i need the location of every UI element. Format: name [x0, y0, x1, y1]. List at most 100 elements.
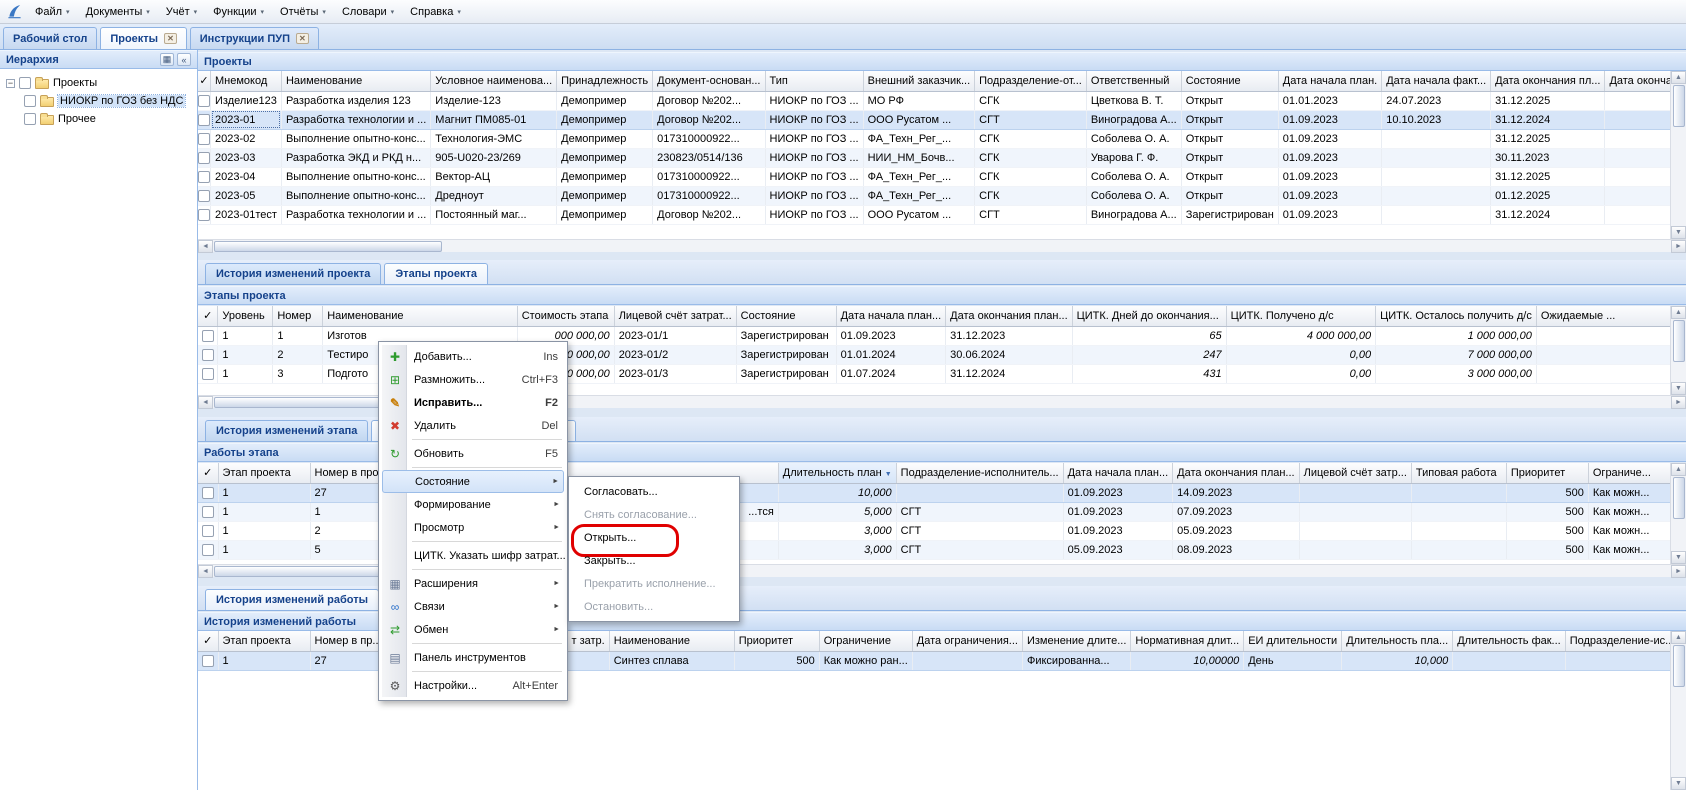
scrollbar-thumb[interactable] — [1673, 85, 1685, 127]
horizontal-scrollbar[interactable]: ◄ ► — [198, 239, 1686, 252]
column-header[interactable]: Лицевой счёт затр... — [1299, 463, 1411, 483]
column-header[interactable]: Стоимость этапа — [517, 306, 614, 326]
context-menu-item[interactable]: ⇄Обмен► — [382, 618, 564, 641]
section-tab[interactable]: Этапы проекта — [384, 263, 488, 284]
column-header[interactable]: Состояние — [1181, 71, 1278, 91]
row-checkbox[interactable] — [198, 95, 210, 107]
column-header[interactable]: ЕИ длительности — [1244, 631, 1342, 651]
row-checkbox[interactable] — [202, 506, 214, 518]
tree-checkbox[interactable] — [24, 95, 36, 107]
vertical-scrollbar[interactable]: ▲▼ — [1670, 463, 1686, 564]
tree-item[interactable]: НИОКР по ГОЗ без НДС — [4, 92, 193, 110]
table-row[interactable]: 2023-05Выполнение опытно-конс...Дредноут… — [198, 186, 1686, 205]
context-menu-item[interactable]: ✖УдалитьDel — [382, 414, 564, 437]
context-menu-item[interactable]: Просмотр► — [382, 516, 564, 539]
menubar-item[interactable]: Отчёты▾ — [272, 2, 334, 22]
scroll-up-icon[interactable]: ▲ — [1671, 463, 1686, 476]
column-header[interactable]: Типовая работа — [1411, 463, 1506, 483]
column-header[interactable]: Номер — [273, 306, 323, 326]
row-checkbox[interactable] — [198, 152, 210, 164]
scroll-up-icon[interactable]: ▲ — [1671, 71, 1686, 84]
main-tab[interactable]: Рабочий стол — [3, 27, 97, 49]
tree-checkbox[interactable] — [19, 77, 31, 89]
context-menu-item[interactable]: ▤Панель инструментов — [382, 646, 564, 669]
table-row[interactable]: Изделие123Разработка изделия 123Изделие-… — [198, 91, 1686, 110]
row-checkbox[interactable] — [198, 190, 210, 202]
column-header[interactable]: Подразделение-от... — [975, 71, 1087, 91]
row-checkbox[interactable] — [198, 133, 210, 145]
column-header[interactable]: Условное наименова... — [431, 71, 557, 91]
column-header[interactable]: Ожидаемые ... — [1536, 306, 1685, 326]
table-row[interactable]: 2023-01тестРазработка технологии и ...По… — [198, 205, 1686, 224]
select-all-header[interactable]: ✓ — [198, 631, 218, 651]
scroll-left-icon[interactable]: ◄ — [198, 565, 213, 578]
column-header[interactable]: Длительность фак... — [1453, 631, 1566, 651]
scroll-right-icon[interactable]: ► — [1671, 565, 1686, 578]
row-checkbox[interactable] — [202, 330, 214, 342]
scrollbar-thumb[interactable] — [1673, 320, 1685, 362]
menubar-item[interactable]: Функции▾ — [205, 2, 272, 22]
collapse-sidebar-icon[interactable]: « — [177, 53, 191, 66]
scroll-up-icon[interactable]: ▲ — [1671, 306, 1686, 319]
select-all-header[interactable]: ✓ — [198, 306, 218, 326]
column-header[interactable]: Лицевой счёт затрат... — [614, 306, 736, 326]
tab-close-icon[interactable]: ✕ — [164, 33, 177, 44]
row-checkbox[interactable] — [202, 349, 214, 361]
row-checkbox[interactable] — [198, 114, 210, 126]
select-all-header[interactable]: ✓ — [198, 463, 218, 483]
section-tab[interactable]: История изменений этапа — [205, 420, 368, 441]
select-all-header[interactable]: ✓ — [198, 71, 211, 91]
column-header[interactable]: Изменение длите... — [1022, 631, 1130, 651]
row-checkbox[interactable] — [202, 655, 214, 667]
context-menu-item[interactable]: ✚Добавить...Ins — [382, 345, 564, 368]
row-checkbox[interactable] — [202, 368, 214, 380]
column-header[interactable]: Длительность пла... — [1342, 631, 1453, 651]
column-header[interactable]: Наименование — [281, 71, 430, 91]
submenu-item[interactable]: Закрыть... — [572, 549, 736, 572]
context-menu-item[interactable]: ⊞Размножить...Ctrl+F3 — [382, 368, 564, 391]
section-tab[interactable]: История изменений проекта — [205, 263, 381, 284]
column-header[interactable]: Дата окончания план... — [1173, 463, 1299, 483]
vertical-scrollbar[interactable]: ▲▼ — [1670, 631, 1686, 790]
scroll-left-icon[interactable]: ◄ — [198, 240, 213, 253]
column-header[interactable]: ЦИТК. Осталось получить д/с — [1376, 306, 1537, 326]
column-header[interactable]: Принадлежность — [557, 71, 653, 91]
tree-item[interactable]: Прочее — [4, 110, 193, 128]
column-header[interactable]: Дата ограничения... — [912, 631, 1022, 651]
context-menu-item[interactable]: Формирование► — [382, 493, 564, 516]
context-menu-item[interactable]: ⚙Настройки...Alt+Enter — [382, 674, 564, 697]
column-header[interactable]: Состояние — [736, 306, 836, 326]
submenu-item[interactable]: Согласовать... — [572, 480, 736, 503]
row-checkbox[interactable] — [198, 209, 210, 221]
table-row[interactable]: 2023-01Разработка технологии и ...Магнит… — [198, 110, 1686, 129]
row-checkbox[interactable] — [202, 487, 214, 499]
context-menu-item[interactable]: Состояние► — [382, 470, 564, 493]
column-header[interactable]: Ограниче... — [1588, 463, 1678, 483]
scrollbar-thumb[interactable] — [1673, 645, 1685, 687]
column-header[interactable]: ЦИТК. Дней до окончания... — [1072, 306, 1226, 326]
scroll-left-icon[interactable]: ◄ — [198, 396, 213, 409]
column-header[interactable]: Этап проекта — [218, 463, 310, 483]
section-tab[interactable]: История изменений работы — [205, 589, 379, 610]
main-tab[interactable]: Проекты✕ — [100, 27, 186, 49]
column-header[interactable]: Уровень — [218, 306, 273, 326]
column-header[interactable]: Дата начала план... — [836, 306, 946, 326]
row-checkbox[interactable] — [202, 525, 214, 537]
panel-view-icon[interactable]: ▦ — [160, 53, 174, 66]
column-header[interactable]: Приоритет — [734, 631, 819, 651]
table-row[interactable]: 2023-04Выполнение опытно-конс...Вектор-А… — [198, 167, 1686, 186]
column-header[interactable]: Дата начала план. — [1278, 71, 1381, 91]
scroll-down-icon[interactable]: ▼ — [1671, 551, 1686, 564]
scroll-right-icon[interactable]: ► — [1671, 396, 1686, 409]
column-header[interactable]: т затр. — [567, 631, 609, 651]
vertical-scrollbar[interactable]: ▲▼ — [1670, 306, 1686, 395]
scroll-up-icon[interactable]: ▲ — [1671, 631, 1686, 644]
main-tab[interactable]: Инструкции ПУП✕ — [190, 27, 319, 49]
scrollbar-thumb[interactable] — [1673, 477, 1685, 519]
scroll-down-icon[interactable]: ▼ — [1671, 777, 1686, 790]
row-checkbox[interactable] — [198, 171, 210, 183]
column-header[interactable]: Приоритет — [1506, 463, 1588, 483]
scrollbar-thumb[interactable] — [214, 241, 442, 252]
context-menu-item[interactable]: ЦИТК. Указать шифр затрат... — [382, 544, 564, 567]
tab-close-icon[interactable]: ✕ — [296, 33, 309, 44]
